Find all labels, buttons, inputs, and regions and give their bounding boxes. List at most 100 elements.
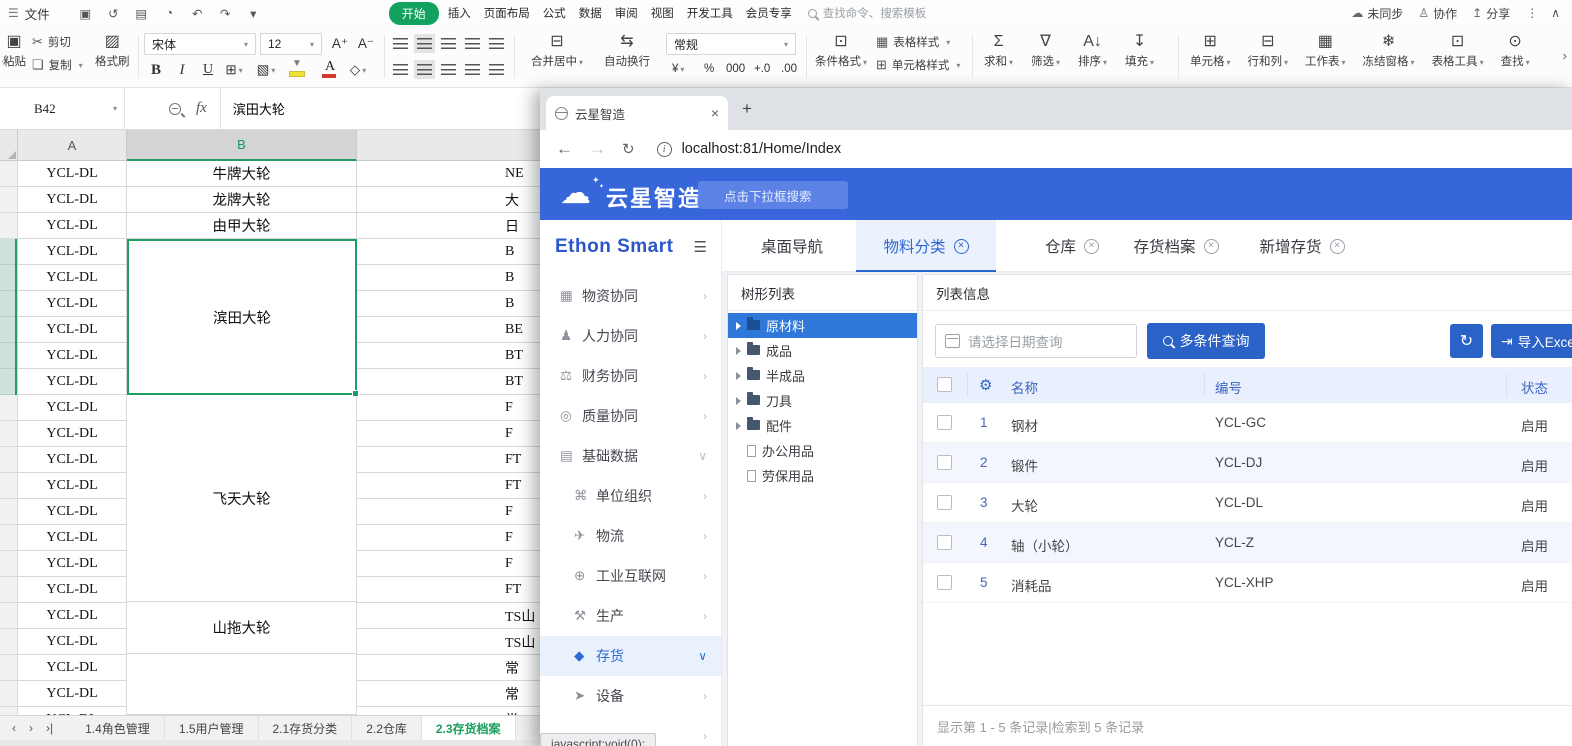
sum-button[interactable]: Σ求和 xyxy=(984,32,1013,69)
find-button[interactable]: ⊙查找 xyxy=(1501,32,1530,69)
钢材[interactable]: 1 钢材 YCL-GC 启用 xyxy=(923,403,1572,443)
cell[interactable]: F xyxy=(357,421,560,447)
sheet-tab-warehouse[interactable]: 2.2仓库 xyxy=(352,716,422,740)
ribbon-tab-view[interactable]: 视图 xyxy=(647,3,678,23)
print-icon[interactable]: ▤ xyxy=(134,6,149,21)
row-checkbox[interactable] xyxy=(937,495,952,510)
row-number[interactable]: 2 xyxy=(980,455,988,470)
share[interactable]: ↥分享 xyxy=(1472,5,1510,22)
more-icon[interactable]: ▾ xyxy=(246,6,261,21)
cell[interactable]: 常 xyxy=(357,681,560,707)
selection-handle[interactable] xyxy=(352,390,359,397)
cell[interactable]: B xyxy=(357,265,560,291)
tree-node-finished[interactable]: 成品 xyxy=(728,338,917,363)
text-orientation-button[interactable] xyxy=(486,60,507,79)
menu-toggle-icon[interactable]: ☰ xyxy=(694,238,707,256)
ribbon-tab-member[interactable]: 会员专享 xyxy=(742,3,796,23)
number-format-select[interactable]: 常规 xyxy=(666,33,796,55)
caret-icon[interactable] xyxy=(736,322,741,330)
cell[interactable]: 牛牌大轮 xyxy=(127,161,357,187)
cell[interactable]: FT xyxy=(357,447,560,473)
tab-warehouse[interactable]: 仓库 xyxy=(1032,220,1112,272)
tree-node-labor-supplies[interactable]: 劳保用品 xyxy=(728,463,917,488)
cell[interactable]: YCL-DL xyxy=(18,421,127,447)
zoom-out-icon[interactable] xyxy=(169,103,181,115)
increase-decimal-button[interactable]: +.0 xyxy=(754,63,770,75)
align-center-button[interactable] xyxy=(414,60,435,79)
align-middle-button[interactable] xyxy=(414,34,435,53)
column-header-c[interactable] xyxy=(357,130,560,161)
sidebar-item-quality-collab[interactable]: ◎ 质量协同 › xyxy=(540,396,721,436)
cell[interactable]: TS山 xyxy=(357,603,560,629)
row-checkbox[interactable] xyxy=(937,415,952,430)
paste-button[interactable]: ▣粘贴 xyxy=(2,32,26,69)
sheet-nav-arrow[interactable]: ‹ xyxy=(12,721,16,735)
redo-icon[interactable]: ↷ xyxy=(218,6,233,21)
cell[interactable]: YCL-DL xyxy=(18,343,127,369)
row-checkbox[interactable] xyxy=(937,535,952,550)
caret-icon[interactable] xyxy=(736,372,741,380)
ribbon-tab-page-layout[interactable]: 页面布局 xyxy=(480,3,534,23)
ribbon-more-chevron[interactable]: › xyxy=(1563,48,1567,63)
percent-button[interactable]: % xyxy=(704,63,714,75)
row-number[interactable]: 1 xyxy=(980,415,988,430)
sheet-nav-arrow[interactable]: › xyxy=(29,721,33,735)
sheet-tab-inventory-archive[interactable]: 2.3存货档案 xyxy=(422,716,516,740)
row-headers[interactable] xyxy=(0,161,18,715)
sidebar-item-iiot[interactable]: ⊕ 工业互联网 › xyxy=(540,556,721,596)
currency-button[interactable]: ¥ xyxy=(672,63,684,75)
row-number[interactable]: 4 xyxy=(980,535,988,550)
sidebar-item-logistics[interactable]: ✈ 物流 › xyxy=(540,516,721,556)
name-box[interactable]: B42▾ xyxy=(0,88,125,129)
tree-node-semi-finished[interactable]: 半成品 xyxy=(728,363,917,388)
eraser-button[interactable]: ◇ xyxy=(346,59,370,81)
sidebar-item-production[interactable]: ⚒ 生产 › xyxy=(540,596,721,636)
wrap-text-button[interactable]: ⇆自动换行 xyxy=(598,32,656,69)
row-checkbox[interactable] xyxy=(937,455,952,470)
borders-button[interactable]: ⊞ xyxy=(222,59,246,81)
cell[interactable]: YCL-DL xyxy=(18,161,127,187)
cell[interactable]: F xyxy=(357,551,560,577)
collapse-ribbon-icon[interactable]: ∧ xyxy=(1551,6,1560,20)
cell[interactable]: YCL-DL xyxy=(18,473,127,499)
cell[interactable]: YCL-DL xyxy=(18,447,127,473)
cell[interactable]: B xyxy=(357,239,560,265)
table-tools-button[interactable]: ⊡表格工具 xyxy=(1432,32,1484,69)
cell[interactable]: YCL-DL xyxy=(18,629,127,655)
cell[interactable]: YCL-DL xyxy=(18,603,127,629)
back-icon[interactable]: ← xyxy=(556,139,573,159)
freeze-panes-button[interactable]: ❄冻结窗格 xyxy=(1363,32,1415,69)
print-preview-icon[interactable]: ◔ xyxy=(162,6,177,20)
app-grid-icon[interactable]: ☰ xyxy=(8,6,19,20)
cell[interactable]: BE xyxy=(357,317,560,343)
cell[interactable]: 大 xyxy=(357,187,560,213)
more-menu-icon[interactable]: ⋮ xyxy=(1526,6,1538,20)
ribbon-tab-insert[interactable]: 插入 xyxy=(444,3,475,23)
cell[interactable]: FT xyxy=(357,577,560,603)
justify-button[interactable] xyxy=(462,60,483,79)
format-painter-button[interactable]: ▨格式刷 xyxy=(95,32,130,69)
cell[interactable]: YCL-DL xyxy=(18,369,127,395)
gear-icon[interactable]: ⚙ xyxy=(979,376,992,394)
cell[interactable]: YCL-DL xyxy=(18,317,127,343)
sync-status[interactable]: ☁未同步 xyxy=(1351,5,1403,22)
date-filter-input[interactable]: 请选择日期查询 xyxy=(935,324,1137,358)
cell[interactable]: 常 xyxy=(357,707,560,715)
spreadsheet-grid[interactable]: YCL-DLYCL-DLYCL-DLYCL-DLYCL-DLYCL-DLYCL-… xyxy=(0,161,560,715)
fill-color-button[interactable] xyxy=(288,59,308,79)
sync-icon[interactable]: ↺ xyxy=(106,6,121,21)
caret-icon[interactable] xyxy=(736,422,741,430)
cell[interactable]: YCL-DL xyxy=(18,577,127,603)
site-info-icon[interactable]: i xyxy=(657,142,672,157)
消耗品[interactable]: 5 消耗品 YCL-XHP 启用 xyxy=(923,563,1572,603)
sidebar-item-equipment[interactable]: ➤ 设备 › xyxy=(540,676,721,716)
ribbon-tab-review[interactable]: 审阅 xyxy=(611,3,642,23)
new-tab-button[interactable]: + xyxy=(742,99,752,119)
align-bottom-button[interactable] xyxy=(438,34,459,53)
shrink-font-button[interactable]: A⁻ xyxy=(354,33,378,55)
ribbon-tab-developer[interactable]: 开发工具 xyxy=(683,3,737,23)
browser-tab[interactable]: 云星智造 × xyxy=(546,96,728,130)
tree-node-office-supplies[interactable]: 办公用品 xyxy=(728,438,917,463)
merge-center-button[interactable]: ⊟合并居中 xyxy=(524,32,590,69)
cell[interactable]: YCL-DL xyxy=(18,239,127,265)
